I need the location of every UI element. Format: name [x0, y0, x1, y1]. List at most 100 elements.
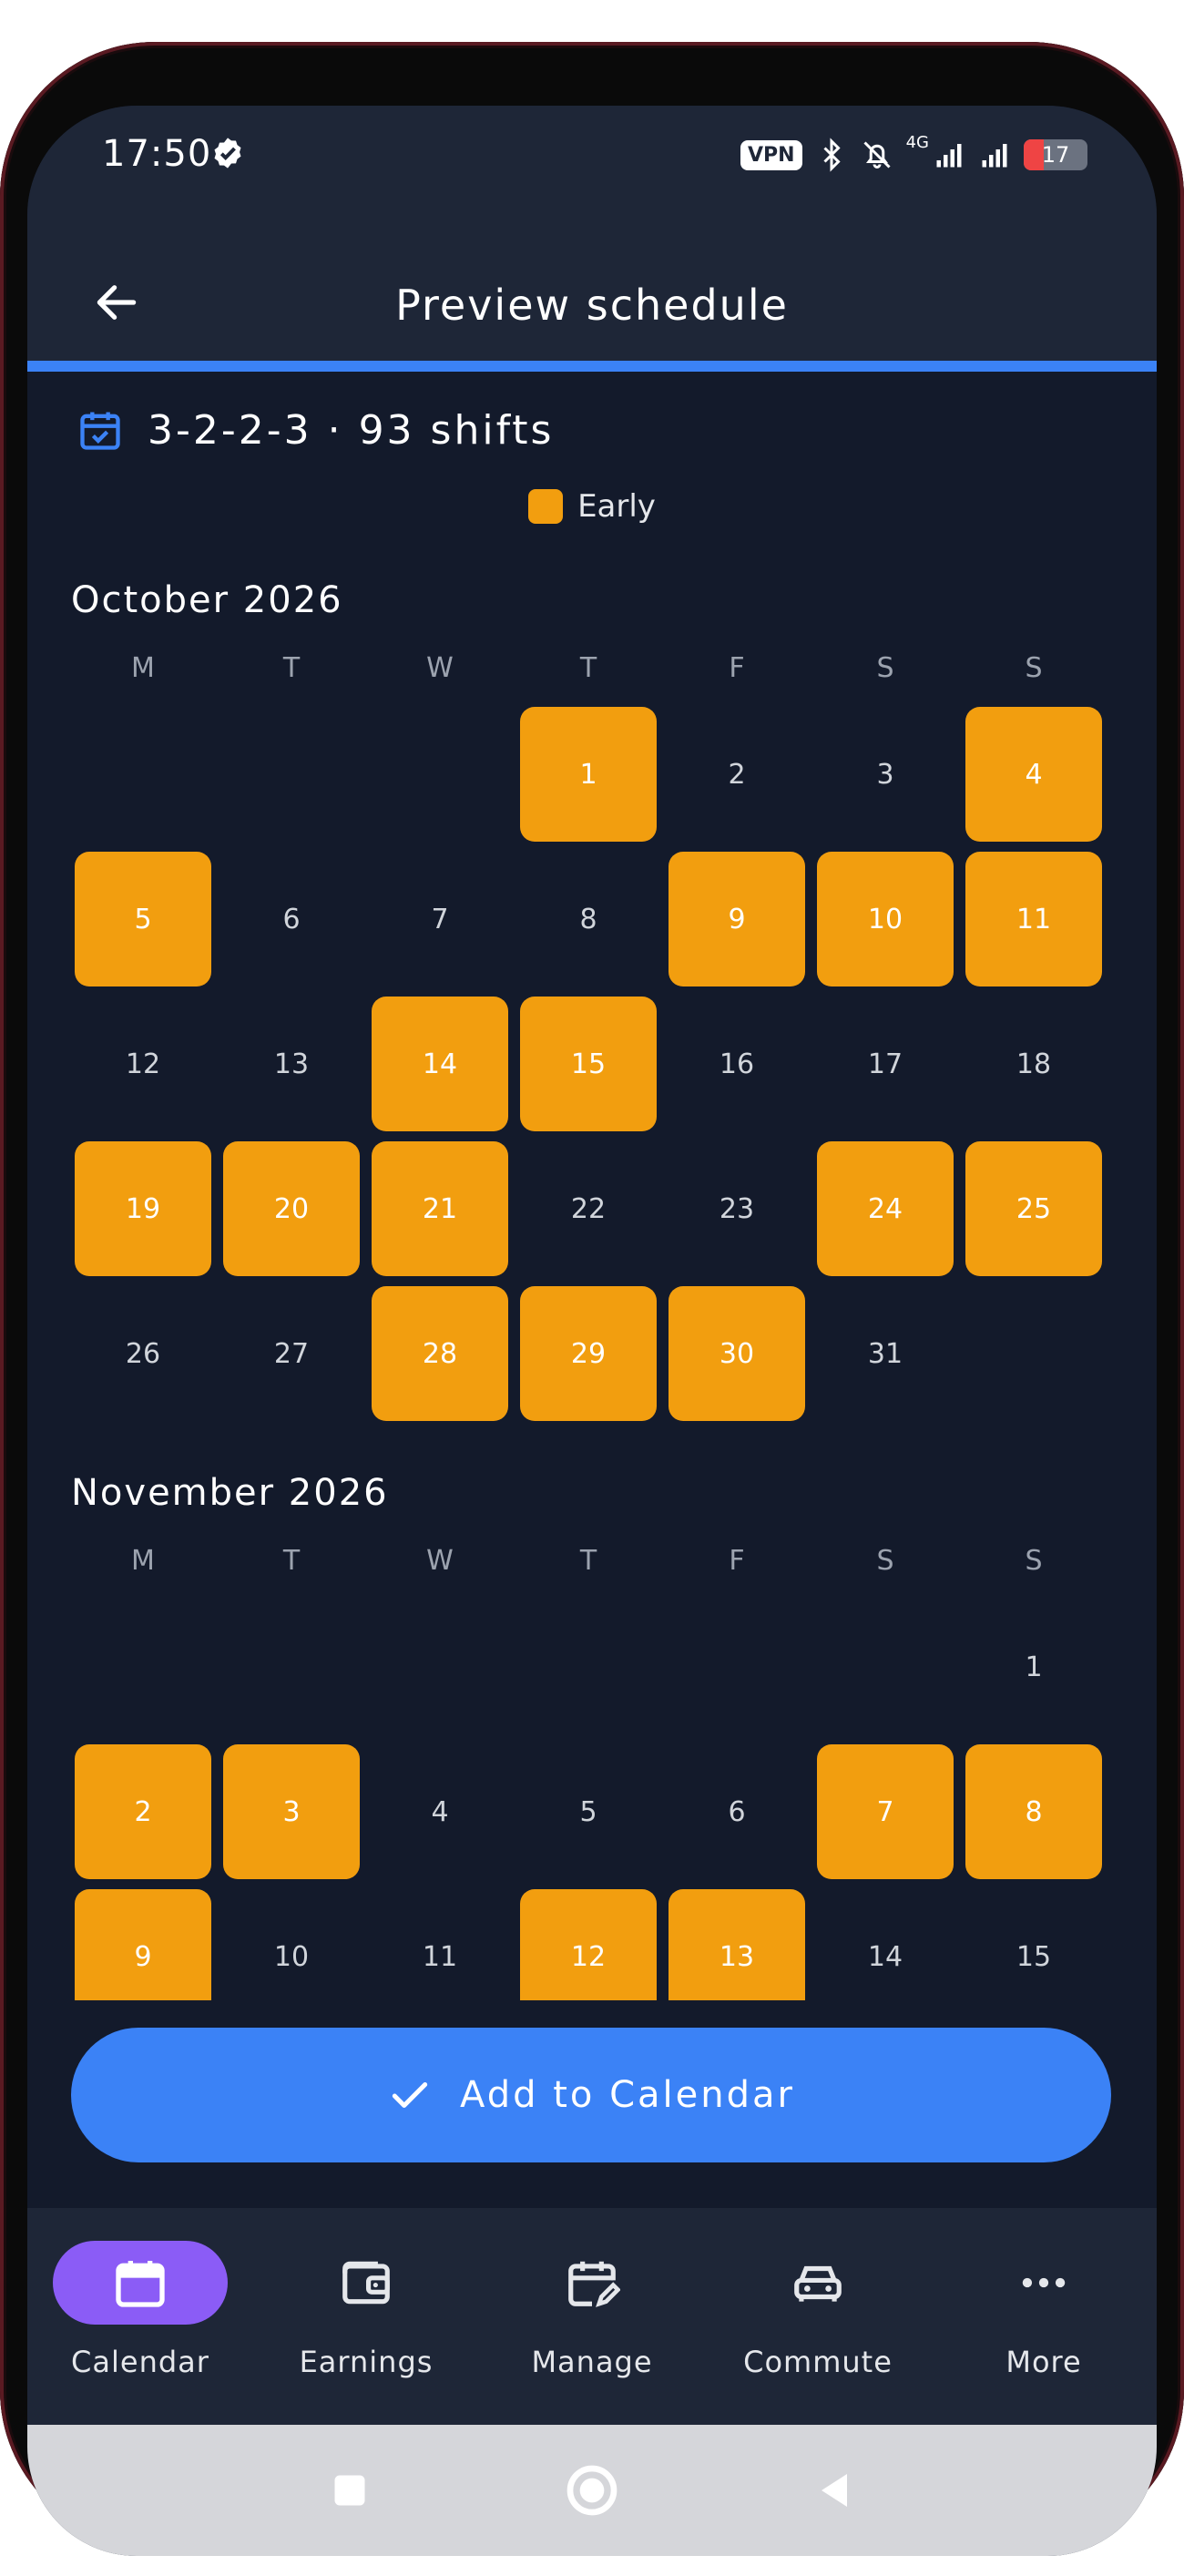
shift-day-cell[interactable]: 7 [817, 1744, 954, 1879]
day-cell[interactable]: 13 [223, 997, 360, 1131]
system-navigation-bar [27, 2425, 1157, 2556]
shift-day-cell[interactable]: 10 [817, 852, 954, 986]
shift-day-cell[interactable]: 11 [965, 852, 1102, 986]
day-cell[interactable]: 31 [817, 1286, 954, 1421]
nav-calendar[interactable]: Calendar [27, 2241, 253, 2405]
weekday-label: S [1025, 1545, 1043, 1577]
network-type: 4G [905, 133, 929, 152]
nav-label: Manage [531, 2345, 653, 2379]
nav-label: More [1005, 2345, 1082, 2379]
day-cell[interactable]: 5 [520, 1744, 657, 1879]
nav-manage[interactable]: Manage [479, 2241, 705, 2405]
shift-day-cell[interactable]: 3 [223, 1744, 360, 1879]
page-title: Preview schedule [395, 281, 789, 330]
shift-day-cell[interactable]: 12 [520, 1889, 657, 2000]
day-cell[interactable]: 14 [817, 1889, 954, 2000]
day-cell[interactable]: 6 [223, 852, 360, 986]
nav-label: Commute [743, 2345, 893, 2379]
shift-day-cell[interactable]: 14 [372, 997, 508, 1131]
weekday-label: S [1025, 652, 1043, 684]
phone-frame: 17:50 VPN 4G 17 Preview schedule 3-2-2-3… [0, 42, 1184, 2556]
day-cell[interactable]: 16 [669, 997, 805, 1131]
day-cell[interactable]: 4 [372, 1744, 508, 1879]
shift-day-cell[interactable]: 5 [75, 852, 211, 986]
more-horizontal-icon [1022, 2277, 1066, 2288]
nav-earnings[interactable]: Earnings [253, 2241, 479, 2405]
day-cell[interactable]: 18 [965, 997, 1102, 1131]
nav-commute[interactable]: Commute [705, 2241, 931, 2405]
summary-text: 3-2-2-3 · 93 shifts [148, 406, 555, 454]
legend-swatch [528, 489, 564, 524]
calendar-scroll[interactable]: October 2026 M T W T F S S 1 2 3 4 5 6 7 8 9 10 11… [27, 579, 1157, 2000]
day-cell[interactable]: 22 [520, 1141, 657, 1276]
shift-day-cell[interactable]: 30 [669, 1286, 805, 1421]
day-cell[interactable]: 2 [669, 707, 805, 842]
weekday-label: T [282, 652, 301, 684]
shift-day-cell[interactable]: 24 [817, 1141, 954, 1276]
shift-day-cell[interactable]: 20 [223, 1141, 360, 1276]
shift-day-cell[interactable]: 1 [520, 707, 657, 842]
shift-day-cell[interactable]: 29 [520, 1286, 657, 1421]
top-area: 17:50 VPN 4G 17 Preview schedule [27, 106, 1157, 361]
calendar-icon [116, 2261, 165, 2307]
nav-more[interactable]: More [931, 2241, 1157, 2405]
day-cell[interactable]: 8 [520, 852, 657, 986]
square-icon [334, 2475, 365, 2506]
shift-day-cell[interactable]: 13 [669, 1889, 805, 2000]
weekday-label: S [876, 652, 894, 684]
status-icons: VPN 4G 17 [740, 133, 1087, 177]
day-cell[interactable]: 12 [75, 997, 211, 1131]
nav-label: Calendar [71, 2345, 209, 2379]
shift-day-cell[interactable]: 28 [372, 1286, 508, 1421]
add-to-calendar-label: Add to Calendar [460, 2074, 795, 2116]
day-cell[interactable]: 3 [817, 707, 954, 842]
signal-icon [936, 144, 962, 168]
day-cell[interactable]: 27 [223, 1286, 360, 1421]
back-system-button[interactable] [801, 2458, 867, 2523]
shift-day-cell[interactable]: 9 [669, 852, 805, 986]
weekday-label: T [579, 652, 597, 684]
shift-day-cell[interactable]: 9 [75, 1889, 211, 2000]
add-to-calendar-button[interactable]: Add to Calendar [71, 2028, 1111, 2162]
weekday-label: W [426, 1545, 454, 1577]
app-bar: Preview schedule [27, 251, 1157, 361]
recents-button[interactable] [317, 2458, 383, 2523]
calendar-edit-icon [568, 2261, 620, 2307]
bottom-navigation: Calendar Earnings Manage Commute More [27, 2208, 1157, 2425]
weekday-label: T [579, 1545, 597, 1577]
verified-icon [214, 138, 241, 169]
weekday-label: W [426, 652, 454, 684]
month-title: November 2026 [71, 1472, 389, 1514]
shift-day-cell[interactable]: 4 [965, 707, 1102, 842]
day-cell[interactable]: 11 [372, 1889, 508, 2000]
signal-icon-2 [982, 144, 1007, 168]
shift-day-cell[interactable]: 2 [75, 1744, 211, 1879]
status-time: 17:50 [102, 133, 212, 175]
shift-day-cell[interactable]: 25 [965, 1141, 1102, 1276]
day-cell[interactable]: 23 [669, 1141, 805, 1276]
day-cell[interactable]: 17 [817, 997, 954, 1131]
day-cell[interactable]: 26 [75, 1286, 211, 1421]
weekday-label: F [729, 1545, 745, 1577]
nav-label: Earnings [299, 2345, 434, 2379]
battery-indicator: 17 [1024, 139, 1087, 170]
weekday-label: M [131, 1545, 155, 1577]
shift-day-cell[interactable]: 21 [372, 1141, 508, 1276]
triangle-back-icon [822, 2474, 847, 2507]
shift-day-cell[interactable]: 19 [75, 1141, 211, 1276]
day-cell[interactable]: 6 [669, 1744, 805, 1879]
legend: Early [27, 488, 1157, 525]
progress-bar [27, 361, 1157, 372]
screen: 17:50 VPN 4G 17 Preview schedule 3-2-2-3… [27, 106, 1157, 2556]
shift-day-cell[interactable]: 15 [520, 997, 657, 1131]
day-cell[interactable]: 1 [965, 1600, 1102, 1734]
shift-day-cell[interactable]: 8 [965, 1744, 1102, 1879]
battery-level: 17 [1041, 142, 1070, 168]
home-button[interactable] [559, 2458, 625, 2523]
bell-off-icon [863, 141, 891, 169]
day-cell[interactable]: 7 [372, 852, 508, 986]
weekday-label: T [282, 1545, 301, 1577]
day-cell[interactable]: 15 [965, 1889, 1102, 2000]
day-cell[interactable]: 10 [223, 1889, 360, 2000]
weekday-label: M [131, 652, 155, 684]
